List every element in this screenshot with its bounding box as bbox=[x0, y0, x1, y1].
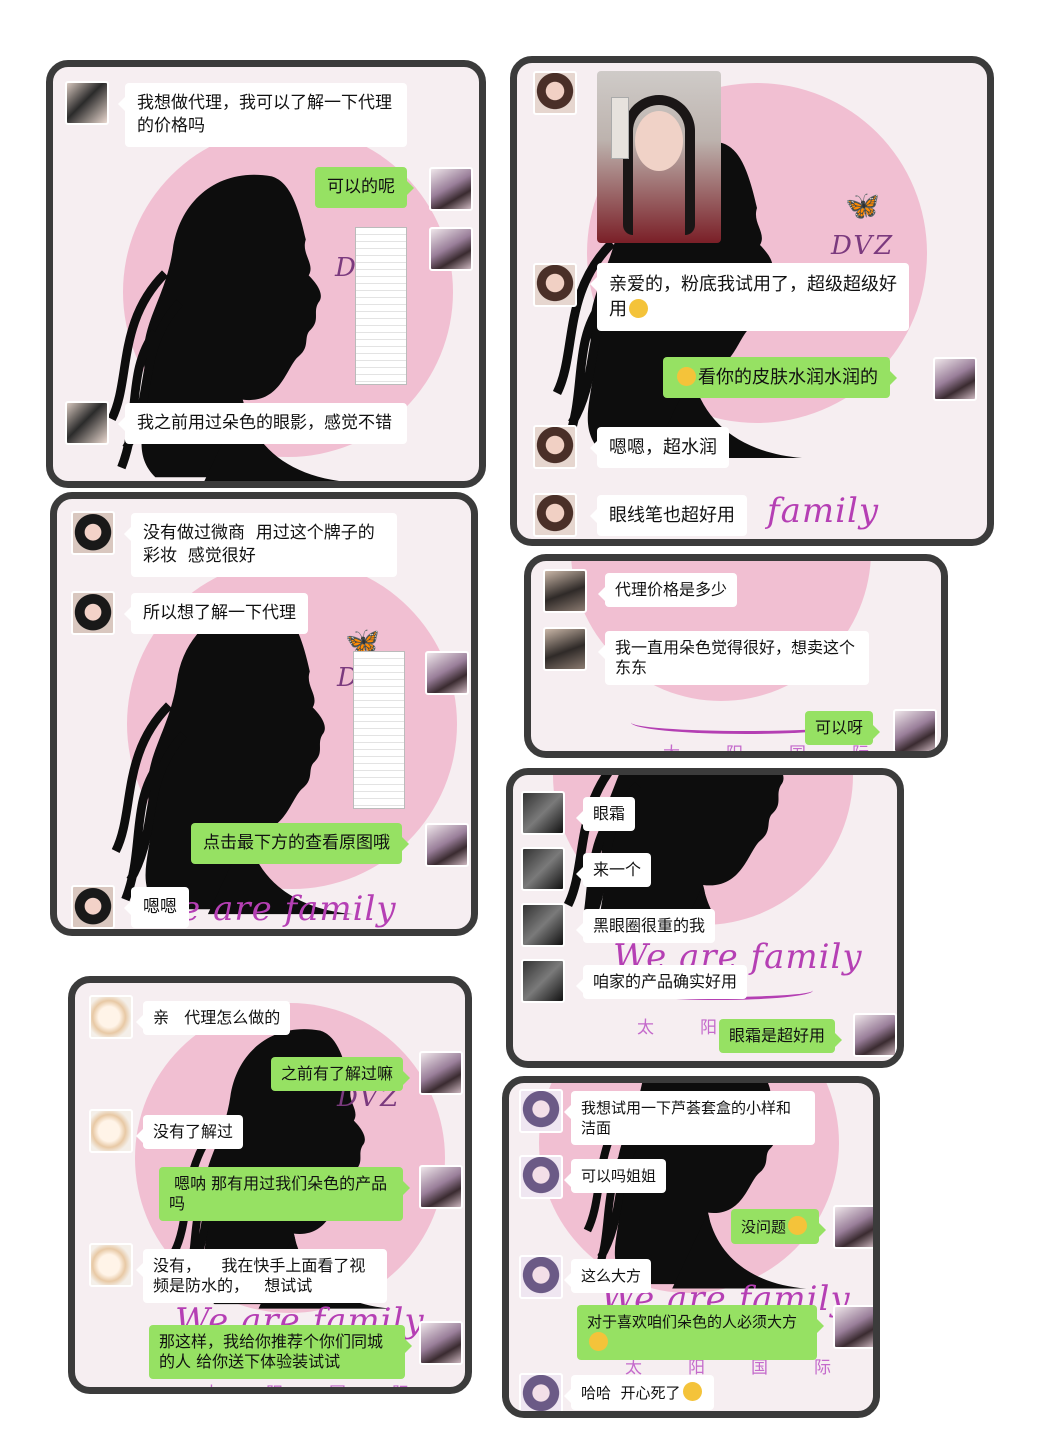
avatar[interactable] bbox=[543, 627, 587, 671]
message-bubble: 没有， 我在快手上面看了视频是防水的， 想试试 bbox=[136, 1249, 387, 1303]
smile-emoji-icon bbox=[677, 367, 696, 386]
message-bubble: 咱家的产品确实好用 bbox=[575, 965, 748, 999]
message-bubble: 没有做过微商 用过这个牌子的彩妆 感觉很好 bbox=[124, 513, 397, 577]
avatar[interactable] bbox=[533, 493, 577, 537]
message-bubble: 黑眼圈很重的我 bbox=[575, 909, 716, 943]
chat-panel-5: We are family 太阳 眼霜 来一个 黑眼圈很重的我 咱家的产品确实好… bbox=[506, 768, 904, 1068]
my-avatar[interactable] bbox=[833, 1205, 873, 1249]
message-bubble: 眼线笔也超好用 bbox=[590, 495, 747, 536]
selfie-photo[interactable] bbox=[597, 71, 721, 243]
smile-emoji-icon bbox=[682, 1382, 702, 1401]
reply-bubble: 之前有了解过嘛 bbox=[271, 1057, 411, 1091]
message-bubble: 眼霜 bbox=[575, 797, 636, 831]
avatar[interactable] bbox=[519, 1089, 563, 1133]
avatar[interactable] bbox=[519, 1155, 563, 1199]
my-avatar[interactable] bbox=[419, 1321, 463, 1365]
avatar[interactable] bbox=[89, 995, 133, 1039]
chat-panel-4: 太阳国际 代理价格是多少 我一直用朵色觉得很好，想卖这个东东 可以呀 bbox=[524, 554, 948, 758]
chat-panel-1: DVZ 我想做代理，我可以了解一下代理的价格吗 可以的呢 我之前用过朵色的眼影，… bbox=[46, 60, 486, 488]
message-bubble: 嗯嗯，超水润 bbox=[590, 427, 729, 468]
brand-logo: DVZ bbox=[831, 231, 895, 261]
reply-bubble: 那这样，我给你推荐个你们同城的人 给你送下体验装试试 bbox=[149, 1325, 412, 1379]
avatar[interactable] bbox=[533, 263, 577, 307]
smile-emoji-icon bbox=[788, 1216, 808, 1235]
avatar[interactable] bbox=[519, 1255, 563, 1299]
my-avatar[interactable] bbox=[833, 1305, 873, 1349]
avatar[interactable] bbox=[521, 847, 565, 891]
avatar[interactable] bbox=[521, 959, 565, 1003]
chat-panel-3: 🦋 D 没有做过微商 用过这个牌子的彩妆 感觉很好 所以想了解一下代理 点击最下… bbox=[50, 492, 478, 936]
hair bbox=[623, 95, 695, 235]
reply-bubble: 没问题 bbox=[731, 1209, 827, 1244]
watermark-text: family bbox=[767, 491, 880, 531]
message-bubble: 可以吗姐姐 bbox=[563, 1159, 667, 1193]
avatar[interactable] bbox=[71, 511, 115, 555]
laugh-emoji-icon bbox=[589, 1332, 608, 1351]
price-list-image[interactable] bbox=[355, 227, 407, 385]
my-avatar[interactable] bbox=[425, 651, 469, 695]
watermark-chinese: 太阳国际 bbox=[203, 1384, 455, 1394]
avatar[interactable] bbox=[89, 1243, 133, 1287]
my-avatar[interactable] bbox=[893, 709, 937, 751]
reply-bubble: 可以呀 bbox=[805, 711, 881, 745]
avatar[interactable] bbox=[533, 71, 577, 115]
message-bubble: 我想试用一下芦荟套盒的小样和洁面 bbox=[564, 1091, 815, 1145]
lady-silhouette bbox=[97, 589, 377, 919]
message-bubble: 所以想了解一下代理 bbox=[124, 593, 308, 634]
avatar[interactable] bbox=[65, 81, 109, 125]
avatar[interactable] bbox=[519, 1373, 563, 1411]
chat-panel-2: 🦋 DVZ 亲爱的，粉底我试用了，超级超级好用 看你的皮肤水润水润的 嗯嗯，超水… bbox=[510, 56, 994, 546]
message-bubble: 没有了解过 bbox=[135, 1115, 244, 1149]
my-avatar[interactable] bbox=[933, 357, 977, 401]
crying-emoji-icon bbox=[629, 299, 648, 318]
reply-bubble: 眼霜是超好用 bbox=[719, 1019, 843, 1053]
chat-panel-6: DVZ We are family 太阳国际 亲 代理怎么做的 之前有了解过嘛 … bbox=[68, 976, 472, 1394]
price-list-image[interactable] bbox=[353, 651, 405, 809]
message-bubble: 这么大方 bbox=[563, 1259, 652, 1293]
message-bubble: 我之前用过朵色的眼影，感觉不错 bbox=[118, 403, 407, 444]
reply-bubble: 对于喜欢咱们朵色的人必须大方 bbox=[577, 1305, 824, 1360]
avatar[interactable] bbox=[71, 591, 115, 635]
avatar[interactable] bbox=[521, 791, 565, 835]
message-bubble: 亲 代理怎么做的 bbox=[135, 1001, 291, 1035]
avatar[interactable] bbox=[543, 569, 587, 613]
message-bubble: 我一直用朵色觉得很好，想卖这个东东 bbox=[598, 631, 869, 685]
butterfly-icon: 🦋 bbox=[845, 189, 880, 222]
avatar[interactable] bbox=[533, 425, 577, 469]
chat-panel-7: We are family 太阳国际 我想试用一下芦荟套盒的小样和洁面 可以吗姐… bbox=[502, 1076, 880, 1418]
message-bubble: 嗯嗯 bbox=[124, 887, 189, 928]
watermark-chinese: 太阳国际 bbox=[663, 744, 915, 758]
message-bubble: 亲爱的，粉底我试用了，超级超级好用 bbox=[590, 263, 909, 331]
my-avatar[interactable] bbox=[419, 1165, 463, 1209]
message-bubble: 来一个 bbox=[575, 853, 652, 887]
my-avatar[interactable] bbox=[429, 167, 473, 211]
reply-bubble: 可以的呢 bbox=[315, 167, 414, 208]
message-bubble: 我想做代理，我可以了解一下代理的价格吗 bbox=[118, 83, 407, 147]
avatar[interactable] bbox=[521, 903, 565, 947]
avatar[interactable] bbox=[89, 1109, 133, 1153]
my-avatar[interactable] bbox=[425, 823, 469, 867]
my-avatar[interactable] bbox=[853, 1013, 897, 1057]
avatar[interactable] bbox=[65, 401, 109, 445]
my-avatar[interactable] bbox=[419, 1051, 463, 1095]
reply-bubble: 看你的皮肤水润水润的 bbox=[663, 357, 897, 398]
reply-bubble: 点击最下方的查看原图哦 bbox=[191, 823, 409, 864]
avatar[interactable] bbox=[71, 885, 115, 929]
product-bottle bbox=[611, 97, 629, 159]
reply-bubble: 嗯呐 那有用过我们朵色的产品吗 bbox=[159, 1167, 410, 1221]
lady-silhouette bbox=[543, 768, 843, 915]
my-avatar[interactable] bbox=[429, 227, 473, 271]
message-bubble: 代理价格是多少 bbox=[597, 573, 738, 607]
message-bubble: 哈哈 开心死了 bbox=[564, 1375, 714, 1410]
